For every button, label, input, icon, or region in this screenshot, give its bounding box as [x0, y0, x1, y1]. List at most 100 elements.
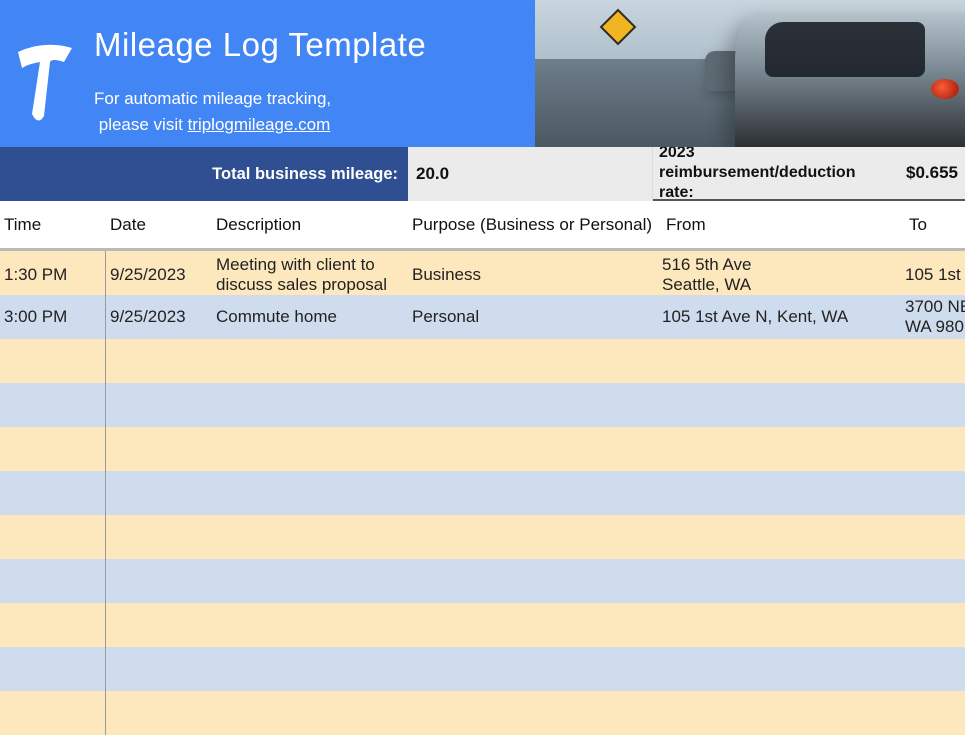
cell-date[interactable]: [106, 647, 212, 691]
table-row[interactable]: 1:30 PM9/25/2023Meeting with client to d…: [0, 251, 965, 295]
cell-purpose[interactable]: [408, 427, 658, 471]
table-row[interactable]: [0, 603, 965, 647]
table-row[interactable]: [0, 515, 965, 559]
cell-time[interactable]: [0, 383, 106, 427]
banner-subtitle: For automatic mileage tracking, please v…: [94, 86, 515, 139]
table-row[interactable]: [0, 383, 965, 427]
cell-time[interactable]: [0, 603, 106, 647]
cell-time[interactable]: [0, 691, 106, 735]
cell-description[interactable]: [212, 559, 408, 603]
cell-from[interactable]: 516 5th AveSeattle, WA: [658, 251, 901, 300]
table-row[interactable]: [0, 471, 965, 515]
col-from: From: [658, 215, 901, 235]
cell-from[interactable]: [658, 383, 901, 427]
summary-row: Total business mileage: 20.0 2023 reimbu…: [0, 147, 965, 201]
table-header-row: Time Date Description Purpose (Business …: [0, 201, 965, 251]
cell-date[interactable]: 9/25/2023: [106, 251, 212, 300]
banner-sub-line1: For automatic mileage tracking,: [94, 89, 331, 108]
cell-description[interactable]: [212, 427, 408, 471]
cell-from[interactable]: [658, 515, 901, 559]
cell-purpose[interactable]: [408, 383, 658, 427]
cell-date[interactable]: [106, 603, 212, 647]
cell-description[interactable]: Meeting with client to discuss sales pro…: [212, 251, 408, 300]
cell-to[interactable]: [901, 383, 965, 427]
table-row[interactable]: [0, 559, 965, 603]
cell-description[interactable]: [212, 647, 408, 691]
cell-time[interactable]: 3:00 PM: [0, 295, 106, 339]
cell-date[interactable]: [106, 559, 212, 603]
banner-text: Mileage Log Template For automatic milea…: [94, 26, 515, 137]
cell-purpose[interactable]: [408, 691, 658, 735]
triplog-logo-icon: [14, 38, 76, 126]
cell-time[interactable]: [0, 339, 106, 383]
cell-purpose[interactable]: Business: [408, 251, 658, 300]
col-time: Time: [0, 215, 106, 235]
cell-purpose[interactable]: [408, 559, 658, 603]
table-row[interactable]: [0, 647, 965, 691]
cell-date[interactable]: [106, 471, 212, 515]
cell-time[interactable]: [0, 559, 106, 603]
banner-link[interactable]: triplogmileage.com: [188, 115, 331, 134]
cell-description[interactable]: [212, 383, 408, 427]
cell-to[interactable]: 105 1st: [901, 251, 965, 300]
col-to: To: [901, 215, 965, 235]
cell-from[interactable]: [658, 603, 901, 647]
cell-from[interactable]: [658, 339, 901, 383]
col-purpose: Purpose (Business or Personal): [408, 215, 658, 235]
photo-sign-icon: [600, 9, 637, 46]
table-row[interactable]: [0, 427, 965, 471]
banner-title: Mileage Log Template: [94, 26, 515, 64]
cell-time[interactable]: [0, 515, 106, 559]
summary-value[interactable]: 20.0: [408, 147, 653, 201]
cell-date[interactable]: 9/25/2023: [106, 295, 212, 339]
cell-to[interactable]: [901, 559, 965, 603]
cell-description[interactable]: [212, 515, 408, 559]
cell-description[interactable]: [212, 339, 408, 383]
cell-description[interactable]: [212, 471, 408, 515]
photo-taillight-icon: [931, 79, 959, 99]
cell-to[interactable]: [901, 515, 965, 559]
cell-purpose[interactable]: Personal: [408, 295, 658, 339]
cell-description[interactable]: Commute home: [212, 295, 408, 339]
table-row[interactable]: [0, 339, 965, 383]
summary-rate-value[interactable]: $0.655: [900, 147, 965, 201]
cell-from[interactable]: [658, 559, 901, 603]
col-description: Description: [212, 215, 408, 235]
cell-date[interactable]: [106, 339, 212, 383]
cell-date[interactable]: [106, 691, 212, 735]
cell-from[interactable]: [658, 691, 901, 735]
header-banner: Mileage Log Template For automatic milea…: [0, 0, 965, 147]
cell-time[interactable]: 1:30 PM: [0, 251, 106, 300]
cell-purpose[interactable]: [408, 515, 658, 559]
cell-purpose[interactable]: [408, 647, 658, 691]
photo-car-near: [735, 12, 965, 147]
summary-label: Total business mileage:: [0, 147, 408, 201]
cell-from[interactable]: [658, 647, 901, 691]
cell-to[interactable]: 3700 NEWA 980: [901, 295, 965, 339]
logo-wrap: [14, 26, 94, 137]
cell-date[interactable]: [106, 515, 212, 559]
cell-from[interactable]: [658, 427, 901, 471]
cell-description[interactable]: [212, 691, 408, 735]
cell-purpose[interactable]: [408, 603, 658, 647]
cell-purpose[interactable]: [408, 471, 658, 515]
cell-time[interactable]: [0, 427, 106, 471]
cell-from[interactable]: [658, 471, 901, 515]
cell-to[interactable]: [901, 691, 965, 735]
cell-from[interactable]: 105 1st Ave N, Kent, WA: [658, 295, 901, 339]
cell-to[interactable]: [901, 603, 965, 647]
cell-to[interactable]: [901, 647, 965, 691]
cell-date[interactable]: [106, 383, 212, 427]
banner-left: Mileage Log Template For automatic milea…: [0, 0, 535, 147]
cell-date[interactable]: [106, 427, 212, 471]
cell-to[interactable]: [901, 471, 965, 515]
cell-description[interactable]: [212, 603, 408, 647]
cell-time[interactable]: [0, 647, 106, 691]
banner-sub-prefix: please visit: [99, 115, 188, 134]
cell-to[interactable]: [901, 427, 965, 471]
table-row[interactable]: 3:00 PM9/25/2023Commute homePersonal105 …: [0, 295, 965, 339]
cell-purpose[interactable]: [408, 339, 658, 383]
table-row[interactable]: [0, 691, 965, 735]
cell-time[interactable]: [0, 471, 106, 515]
cell-to[interactable]: [901, 339, 965, 383]
